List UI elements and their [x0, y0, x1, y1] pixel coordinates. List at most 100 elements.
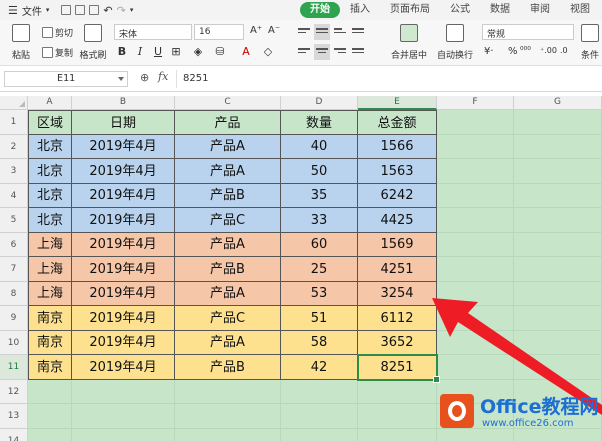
table-cell[interactable]: 产品C: [175, 208, 281, 233]
align-bottom-icon[interactable]: [334, 26, 346, 38]
empty-cell[interactable]: [72, 380, 175, 404]
empty-cell[interactable]: [281, 429, 358, 441]
table-cell[interactable]: 50: [281, 159, 358, 184]
decrease-decimal-icon[interactable]: .0: [560, 46, 568, 55]
wrap-text-button[interactable]: 自动换行: [434, 24, 476, 61]
tab-6[interactable]: 视图: [560, 2, 600, 18]
empty-cell[interactable]: [175, 429, 281, 441]
empty-cell[interactable]: [437, 282, 514, 306]
clear-format-icon[interactable]: ◇: [260, 44, 276, 60]
empty-cell[interactable]: [175, 380, 281, 404]
borders-icon[interactable]: ⊞: [168, 44, 184, 60]
table-cell[interactable]: 60: [281, 233, 358, 257]
percent-icon[interactable]: %: [508, 46, 518, 57]
table-cell[interactable]: 40: [281, 135, 358, 159]
fx-icon[interactable]: fx: [158, 70, 168, 83]
empty-cell[interactable]: [437, 208, 514, 233]
table-cell[interactable]: 北京: [28, 184, 72, 208]
empty-cell[interactable]: [437, 306, 514, 331]
file-menu-chevron-icon[interactable]: ▾: [46, 6, 50, 14]
table-cell[interactable]: 1569: [358, 233, 437, 257]
fill-color-icon[interactable]: ◈: [190, 44, 206, 60]
table-cell[interactable]: 南京: [28, 355, 72, 380]
row-header-5[interactable]: 5: [0, 208, 28, 233]
table-cell[interactable]: 南京: [28, 306, 72, 331]
empty-cell[interactable]: [437, 355, 514, 380]
table-cell[interactable]: 6112: [358, 306, 437, 331]
empty-cell[interactable]: [358, 404, 437, 429]
align-top-icon[interactable]: [298, 26, 310, 38]
align-left-icon[interactable]: [298, 46, 310, 58]
align-center-icon[interactable]: [314, 44, 330, 60]
number-format-select[interactable]: 常规: [482, 24, 574, 40]
empty-cell[interactable]: [281, 380, 358, 404]
tab-0[interactable]: 开始: [300, 2, 340, 18]
empty-cell[interactable]: [514, 159, 602, 184]
table-cell[interactable]: 产品B: [175, 257, 281, 282]
zoom-icon[interactable]: ⊕: [140, 71, 149, 84]
print-icon[interactable]: [75, 5, 86, 15]
empty-cell[interactable]: [72, 404, 175, 429]
empty-cell[interactable]: [28, 380, 72, 404]
table-cell[interactable]: 北京: [28, 159, 72, 184]
table-cell[interactable]: 2019年4月: [72, 355, 175, 380]
empty-cell[interactable]: [437, 110, 514, 135]
empty-cell[interactable]: [72, 429, 175, 441]
empty-cell[interactable]: [514, 208, 602, 233]
table-cell[interactable]: 2019年4月: [72, 233, 175, 257]
table-cell[interactable]: 上海: [28, 233, 72, 257]
empty-cell[interactable]: [514, 331, 602, 355]
column-header-C[interactable]: C: [175, 96, 281, 110]
empty-cell[interactable]: [514, 282, 602, 306]
row-header-6[interactable]: 6: [0, 233, 28, 257]
align-middle-icon[interactable]: [314, 24, 330, 40]
table-cell[interactable]: 产品A: [175, 282, 281, 306]
row-header-10[interactable]: 10: [0, 331, 28, 355]
font-name-select[interactable]: 宋体: [114, 24, 192, 40]
table-cell[interactable]: 2019年4月: [72, 282, 175, 306]
merge-center-button[interactable]: 合并居中: [386, 24, 432, 61]
table-cell[interactable]: 2019年4月: [72, 159, 175, 184]
table-cell[interactable]: 北京: [28, 208, 72, 233]
underline-button[interactable]: U: [150, 44, 166, 60]
empty-cell[interactable]: [437, 233, 514, 257]
row-header-2[interactable]: 2: [0, 135, 28, 159]
table-cell[interactable]: 4425: [358, 208, 437, 233]
table-cell[interactable]: 4251: [358, 257, 437, 282]
table-cell[interactable]: 产品B: [175, 184, 281, 208]
table-cell[interactable]: 2019年4月: [72, 135, 175, 159]
table-cell[interactable]: 58: [281, 331, 358, 355]
table-cell[interactable]: 1566: [358, 135, 437, 159]
row-header-1[interactable]: 1: [0, 110, 28, 135]
table-cell[interactable]: 产品A: [175, 159, 281, 184]
table-cell[interactable]: 42: [281, 355, 358, 380]
empty-cell[interactable]: [358, 429, 437, 441]
row-header-3[interactable]: 3: [0, 159, 28, 184]
table-cell[interactable]: 25: [281, 257, 358, 282]
empty-cell[interactable]: [437, 159, 514, 184]
empty-cell[interactable]: [437, 331, 514, 355]
empty-cell[interactable]: [514, 135, 602, 159]
empty-cell[interactable]: [28, 429, 72, 441]
tab-2[interactable]: 页面布局: [380, 2, 440, 18]
table-cell[interactable]: 33: [281, 208, 358, 233]
empty-cell[interactable]: [437, 257, 514, 282]
table-cell[interactable]: 产品A: [175, 331, 281, 355]
increase-font-icon[interactable]: A⁺: [250, 25, 262, 36]
table-cell[interactable]: 2019年4月: [72, 331, 175, 355]
conditional-format-button[interactable]: 条件: [578, 24, 602, 61]
save-icon[interactable]: [61, 5, 72, 15]
decrease-font-icon[interactable]: A⁻: [268, 25, 280, 36]
table-cell[interactable]: 产品C: [175, 306, 281, 331]
table-header-cell[interactable]: 产品: [175, 110, 281, 135]
table-cell[interactable]: 3254: [358, 282, 437, 306]
table-cell[interactable]: 2019年4月: [72, 257, 175, 282]
undo-icon[interactable]: ↶: [103, 4, 112, 17]
italic-button[interactable]: I: [132, 44, 148, 60]
table-header-cell[interactable]: 总金额: [358, 110, 437, 135]
row-header-9[interactable]: 9: [0, 306, 28, 331]
table-header-cell[interactable]: 区域: [28, 110, 72, 135]
file-menu[interactable]: 文件: [22, 3, 42, 18]
bold-button[interactable]: B: [114, 44, 130, 60]
table-cell[interactable]: 上海: [28, 282, 72, 306]
